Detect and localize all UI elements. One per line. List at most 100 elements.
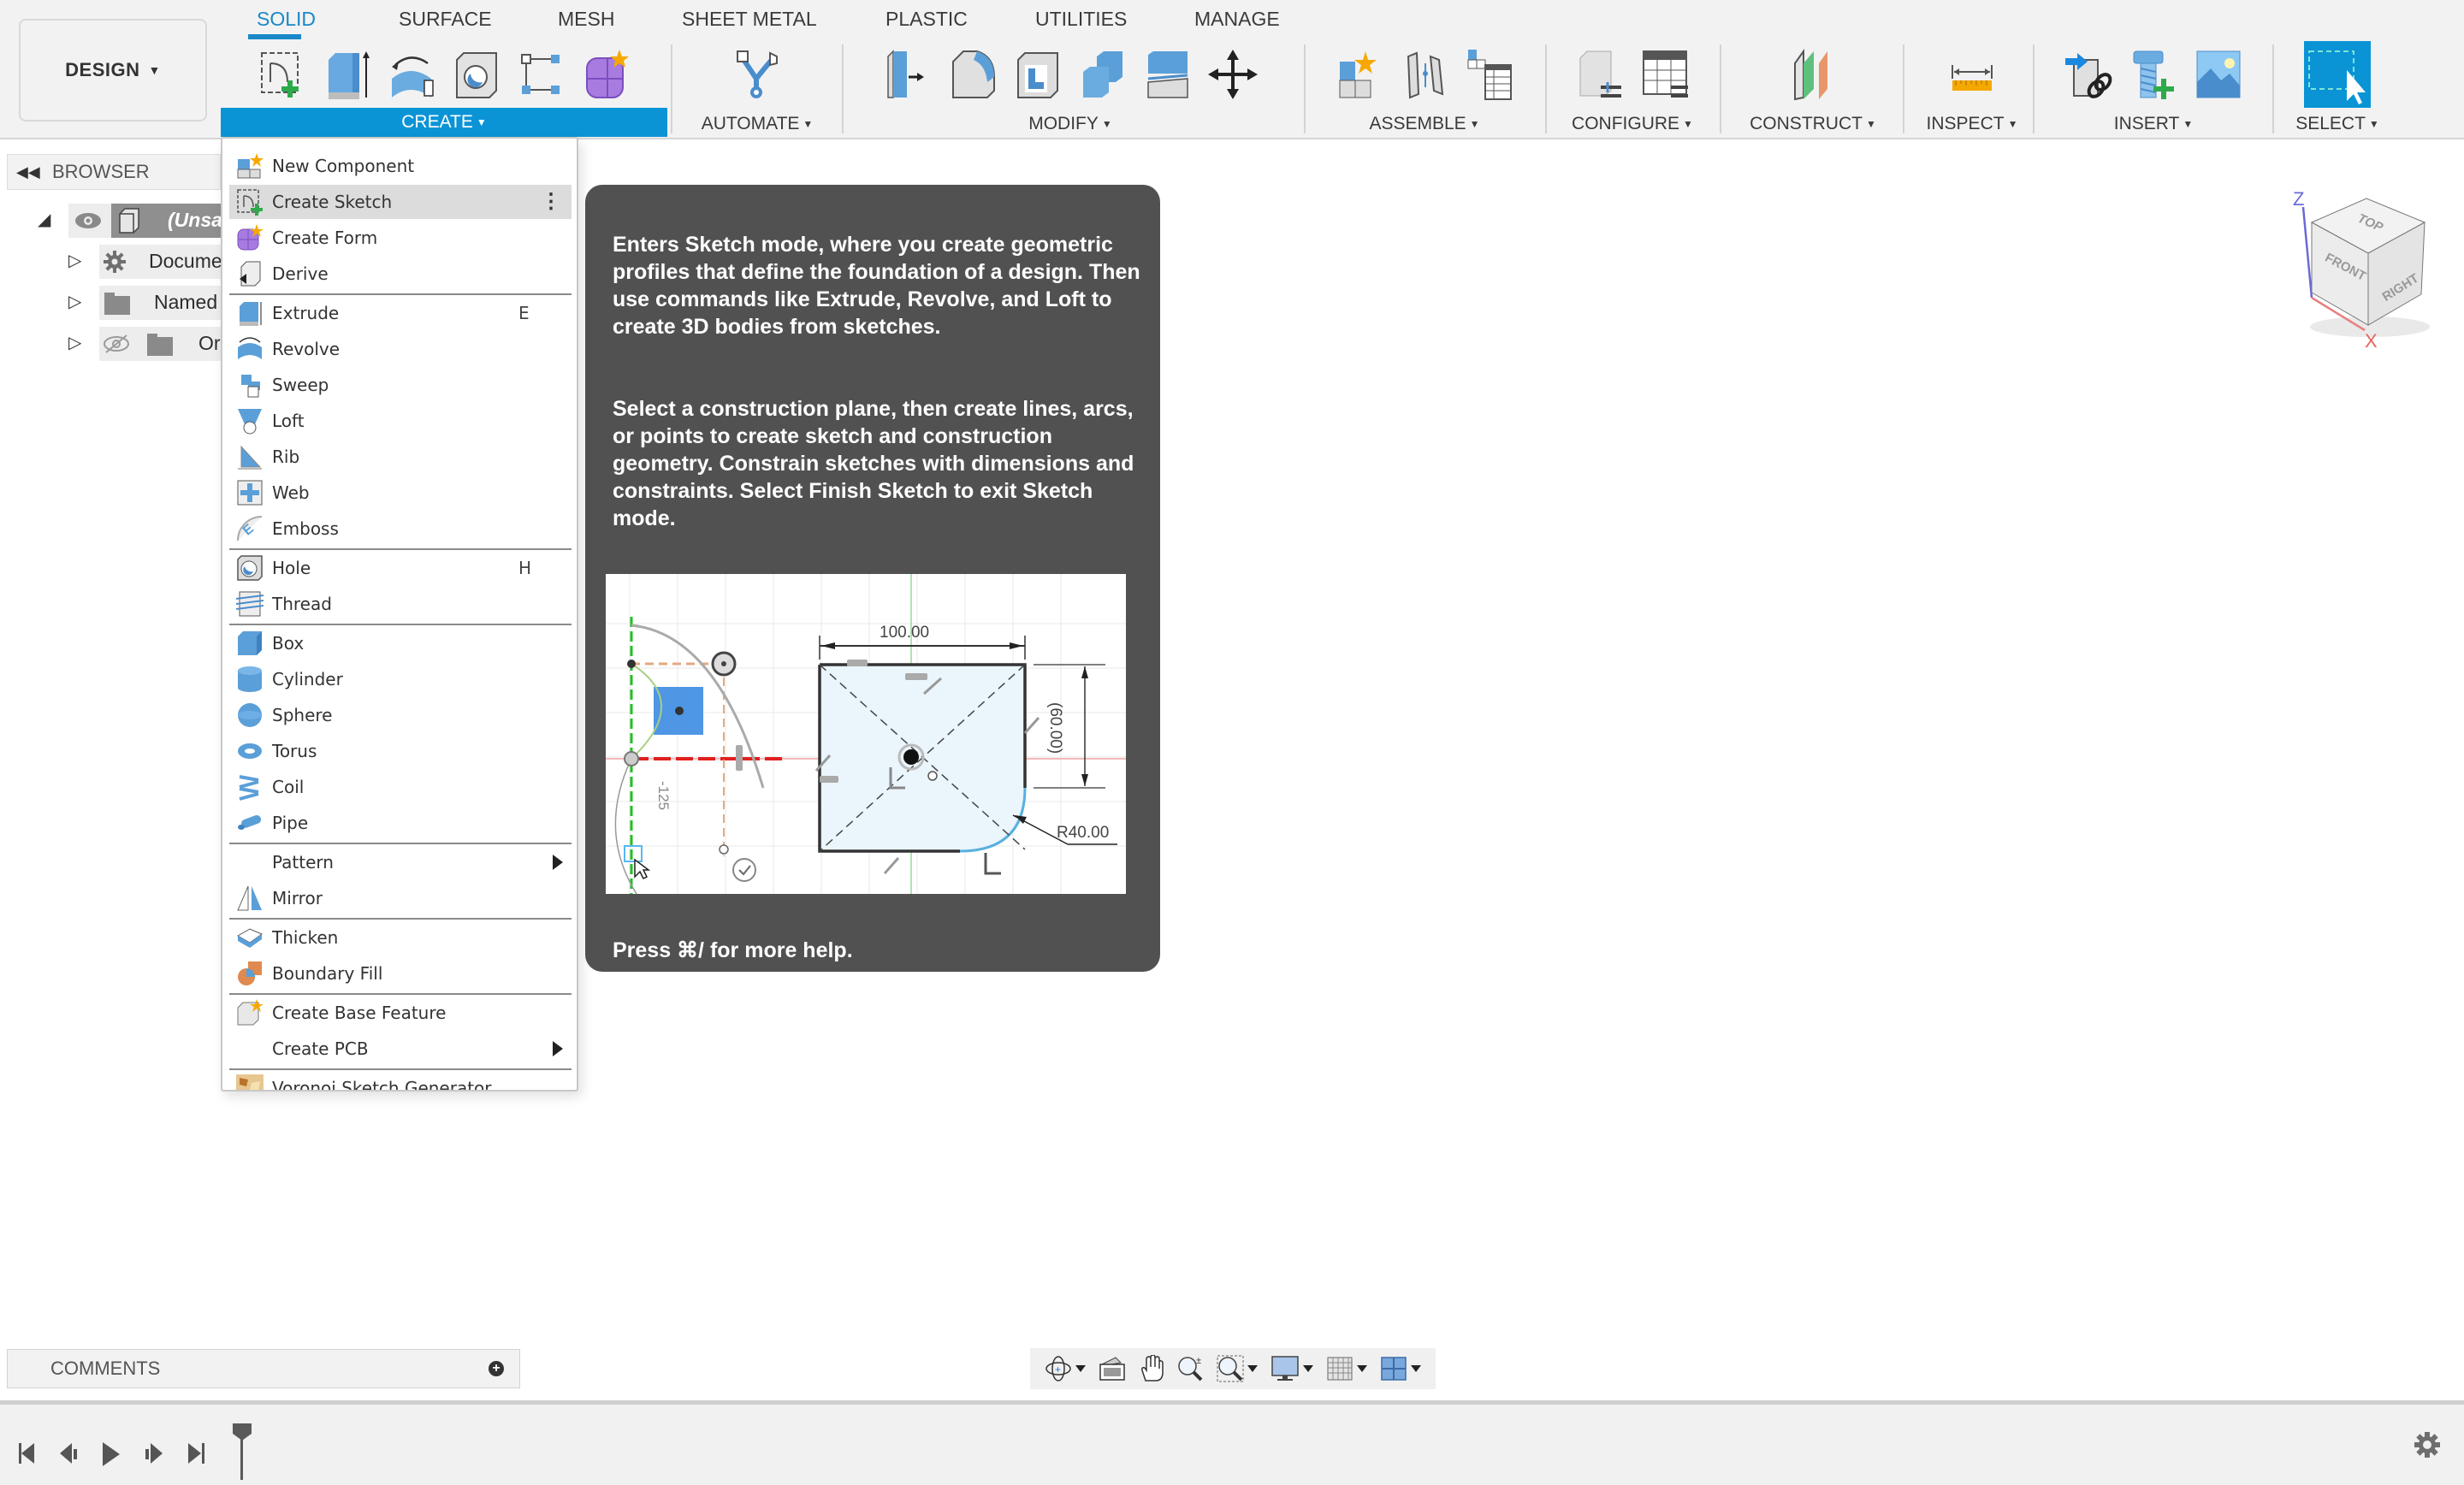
orbit-button[interactable]: +	[1045, 1355, 1087, 1382]
insert-menu-button[interactable]: INSERT ▼	[2038, 111, 2269, 137]
insert-mcmaster-icon[interactable]	[2129, 48, 2178, 101]
expand-triangle-icon[interactable]: ▷	[68, 250, 81, 271]
extrude-icon[interactable]	[322, 48, 371, 101]
move-copy-icon[interactable]	[1208, 48, 1258, 101]
configure-menu-button[interactable]: CONFIGURE ▼	[1550, 111, 1715, 137]
select-icon[interactable]	[2304, 41, 2371, 108]
workspace-switcher[interactable]: DESIGN ▼	[19, 19, 207, 121]
configure-icon[interactable]	[1575, 48, 1625, 101]
expand-triangle-icon[interactable]: ▷	[68, 332, 81, 353]
viewcube[interactable]: TOP FRONT RIGHT Z X	[2276, 176, 2447, 347]
new-component-icon[interactable]	[1335, 48, 1384, 101]
tab-manage[interactable]: MANAGE	[1194, 8, 1280, 31]
menu-item-create-base-feature[interactable]: Create Base Feature	[229, 996, 572, 1030]
expand-triangle-icon[interactable]: ▷	[68, 291, 81, 312]
automate-icon[interactable]	[732, 48, 782, 101]
menu-item-revolve[interactable]: Revolve	[229, 332, 572, 366]
look-at-button[interactable]	[1099, 1356, 1126, 1381]
browser-item-document-settings[interactable]: ▷ Document Settings	[68, 245, 222, 279]
go-to-end-icon[interactable]	[187, 1441, 207, 1466]
caret-down-icon[interactable]	[1303, 1365, 1314, 1372]
visibility-hidden-icon[interactable]	[103, 334, 130, 354]
create-sketch-icon[interactable]	[257, 48, 306, 101]
assemble-menu-button[interactable]: ASSEMBLE ▼	[1309, 111, 1540, 137]
shell-icon[interactable]	[1013, 48, 1063, 101]
viewports-button[interactable]	[1380, 1356, 1421, 1381]
menu-item-derive[interactable]: Derive	[229, 257, 572, 291]
bom-icon[interactable]	[1465, 48, 1514, 101]
menu-item-torus[interactable]: Torus	[229, 734, 572, 768]
pattern-icon[interactable]	[517, 48, 566, 101]
caret-down-icon[interactable]	[1247, 1365, 1259, 1372]
menu-item-box[interactable]: Box	[229, 626, 572, 660]
menu-item-thread[interactable]: Thread	[229, 587, 572, 621]
tab-surface[interactable]: SURFACE	[399, 8, 492, 31]
menu-item-boundary-fill[interactable]: Boundary Fill	[229, 956, 572, 991]
visibility-eye-icon[interactable]	[74, 210, 103, 231]
caret-down-icon[interactable]	[1075, 1365, 1087, 1372]
joint-icon[interactable]	[1400, 48, 1449, 101]
pan-button[interactable]	[1139, 1355, 1164, 1382]
tab-utilities[interactable]: UTILITIES	[1035, 8, 1127, 31]
menu-item-cylinder[interactable]: Cylinder	[229, 662, 572, 696]
collapse-panel-icon[interactable]: ◀◀	[16, 163, 42, 181]
expanded-triangle-icon[interactable]: ◢	[38, 209, 50, 230]
hole-icon[interactable]	[452, 48, 501, 101]
menu-item-thicken[interactable]: Thicken	[229, 920, 572, 955]
offset-plane-icon[interactable]	[1788, 48, 1838, 101]
menu-item-emboss[interactable]: E Emboss	[229, 512, 572, 546]
add-comment-icon[interactable]: +	[489, 1361, 504, 1376]
zoom-window-button[interactable]	[1217, 1355, 1259, 1382]
menu-item-pattern[interactable]: Pattern	[229, 845, 572, 879]
automate-menu-button[interactable]: AUTOMATE ▼	[676, 111, 838, 137]
tab-mesh[interactable]: MESH	[558, 8, 614, 31]
revolve-icon[interactable]	[387, 48, 436, 101]
timeline-marker[interactable]	[231, 1422, 253, 1482]
go-to-start-icon[interactable]	[17, 1441, 38, 1466]
tab-plastic[interactable]: PLASTIC	[886, 8, 968, 31]
menu-item-web[interactable]: Web	[229, 476, 572, 510]
caret-down-icon[interactable]	[1410, 1365, 1421, 1372]
tab-solid[interactable]: SOLID	[257, 8, 316, 31]
browser-item-named-views[interactable]: ▷ Named Views	[68, 286, 222, 320]
zoom-button[interactable]: ±	[1177, 1355, 1205, 1382]
offset-face-icon[interactable]	[1143, 48, 1193, 101]
create-menu-button[interactable]: CREATE ▼	[221, 108, 667, 137]
step-forward-icon[interactable]	[144, 1441, 164, 1466]
menu-item-create-sketch[interactable]: Create Sketch ⋮	[229, 185, 572, 219]
caret-down-icon[interactable]	[1356, 1365, 1367, 1372]
tab-sheet-metal[interactable]: SHEET METAL	[682, 8, 817, 31]
fillet-icon[interactable]	[948, 48, 998, 101]
inspect-menu-button[interactable]: INSPECT ▼	[1908, 111, 2036, 137]
menu-item-mirror[interactable]: Mirror	[229, 881, 572, 915]
menu-item-sphere[interactable]: Sphere	[229, 698, 572, 732]
browser-root-row[interactable]: ◢ (Unsaved)	[34, 204, 222, 238]
more-options-icon[interactable]: ⋮	[541, 192, 561, 212]
measure-icon[interactable]	[1947, 48, 1997, 101]
play-icon[interactable]	[101, 1441, 121, 1468]
modify-menu-button[interactable]: MODIFY ▼	[847, 111, 1294, 137]
insert-derive-icon[interactable]	[2064, 48, 2113, 101]
step-back-icon[interactable]	[58, 1441, 79, 1466]
insert-canvas-icon[interactable]	[2194, 48, 2243, 101]
menu-item-loft[interactable]: Loft	[229, 404, 572, 438]
construct-menu-button[interactable]: CONSTRUCT ▼	[1725, 111, 1901, 137]
menu-item-rib[interactable]: Rib	[229, 440, 572, 474]
menu-item-hole[interactable]: Hole H	[229, 551, 572, 585]
menu-item-coil[interactable]: Coil	[229, 770, 572, 804]
configuration-table-icon[interactable]	[1640, 48, 1690, 101]
combine-icon[interactable]	[1078, 48, 1128, 101]
browser-item-origin[interactable]: ▷ Origin	[68, 327, 222, 361]
menu-item-create-pcb[interactable]: Create PCB	[229, 1032, 572, 1066]
timeline-settings-gear-icon[interactable]	[2413, 1430, 2442, 1459]
press-pull-icon[interactable]	[883, 48, 933, 101]
menu-item-extrude[interactable]: Extrude E	[229, 296, 572, 330]
menu-item-new-component[interactable]: New Component	[229, 149, 572, 183]
menu-item-sweep[interactable]: Sweep	[229, 368, 572, 402]
menu-item-create-form[interactable]: Create Form	[229, 221, 572, 255]
display-settings-button[interactable]	[1270, 1355, 1314, 1382]
create-form-icon[interactable]	[582, 48, 631, 101]
grid-settings-button[interactable]	[1326, 1356, 1367, 1381]
menu-item-voronoi-sketch-generator[interactable]: Voronoi Sketch Generator	[229, 1071, 572, 1090]
menu-item-pipe[interactable]: Pipe	[229, 806, 572, 840]
